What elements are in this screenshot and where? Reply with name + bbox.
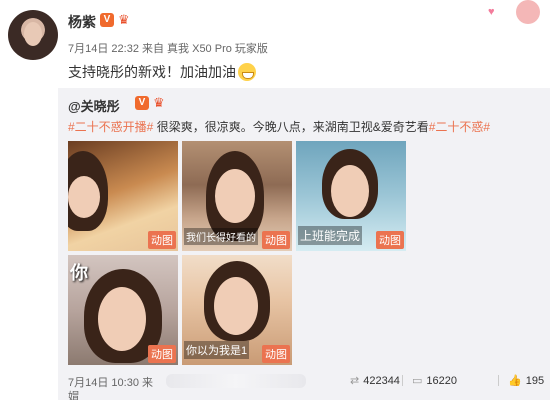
gif-thumbnail[interactable]: 动图 — [68, 141, 178, 251]
gif-thumbnail[interactable]: 你以为我是1 动图 — [182, 255, 292, 365]
gif-badge: 动图 — [262, 345, 290, 363]
gif-thumbnail[interactable]: 你 动图 — [68, 255, 178, 365]
like-count[interactable]: 👍 195 — [508, 374, 544, 387]
crown-icon: ♛ — [118, 12, 130, 27]
repost-count[interactable]: ⇄ 422344 — [350, 374, 400, 387]
gif-thumbnail[interactable]: 我们长得好看的 动图 — [182, 141, 292, 251]
repost-card[interactable]: @关晓彤 V ♛ #二十不惑开播# 很梁爽，很凉爽。今晚八点，来湖南卫视&爱奇艺… — [58, 88, 550, 400]
hashtag-link[interactable]: #二十不惑# — [429, 120, 490, 134]
corner-decoration: ♥ — [480, 0, 550, 24]
video-subtitle: 你以为我是1 — [184, 341, 250, 359]
like-count-value: 195 — [525, 375, 545, 387]
heart-icon: ♥ — [488, 6, 495, 18]
video-subtitle: 你 — [70, 263, 88, 283]
post-meta: 7月14日 22:32 来自 真我 X50 Pro 玩家版 — [68, 43, 268, 55]
crown-icon: ♛ — [153, 95, 165, 110]
comment-icon: ▭ — [412, 375, 423, 387]
divider — [402, 375, 403, 386]
user-avatar[interactable] — [8, 10, 58, 60]
video-subtitle: 上班能完成 — [298, 226, 363, 245]
comment-count[interactable]: ▭ 16220 — [412, 374, 457, 387]
mini-avatar — [516, 0, 540, 24]
post-text-content: 支持晓彤的新戏！加油加油 — [68, 64, 236, 80]
repost-meta-second: 媢 — [68, 391, 79, 400]
post-text: 支持晓彤的新戏！加油加油 — [68, 62, 256, 82]
smile-emoji-icon — [238, 63, 256, 81]
hashtag-link[interactable]: #二十不惑开播# — [68, 120, 153, 134]
repost-author[interactable]: @关晓彤 — [68, 96, 120, 115]
gif-badge: 动图 — [376, 231, 404, 249]
gif-badge: 动图 — [262, 231, 290, 249]
comment-count-value: 16220 — [426, 375, 457, 387]
user-name[interactable]: 杨紫 — [68, 12, 96, 32]
repost-verified-badge: V — [135, 96, 149, 110]
repost-meta: 7月14日 10:30 来 — [68, 377, 153, 389]
repost-text-body: 很梁爽，很凉爽。今晚八点，来湖南卫视&爱奇艺看 — [153, 120, 429, 134]
video-subtitle: 我们长得好看的 — [184, 228, 258, 245]
verified-badge: V — [100, 13, 114, 27]
blurred-text — [166, 374, 306, 388]
like-icon: 👍 — [508, 375, 522, 387]
repost-icon: ⇄ — [350, 375, 360, 387]
gif-thumbnail[interactable]: 上班能完成 动图 — [296, 141, 406, 251]
repost-count-value: 422344 — [363, 375, 400, 387]
divider — [498, 375, 499, 386]
gif-badge: 动图 — [148, 231, 176, 249]
repost-text: #二十不惑开播# 很梁爽，很凉爽。今晚八点，来湖南卫视&爱奇艺看#二十不惑# — [68, 118, 490, 135]
gif-badge: 动图 — [148, 345, 176, 363]
